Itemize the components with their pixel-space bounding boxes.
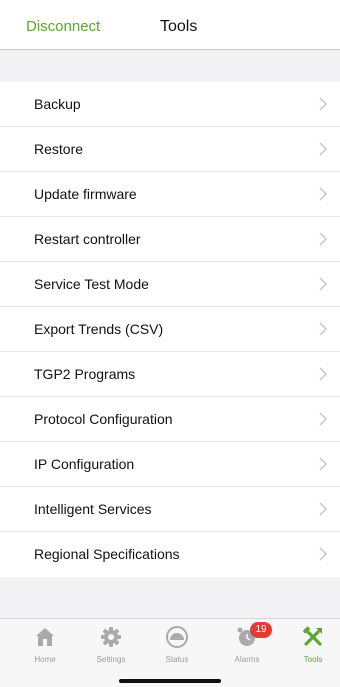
chevron-right-icon [316, 412, 330, 426]
page-title: Tools [160, 18, 198, 35]
tab-label: Alarms [234, 655, 260, 664]
list-item-backup[interactable]: Backup [0, 82, 340, 127]
tools-list: Backup Restore Update firmware Restart c… [0, 82, 340, 577]
tab-tools[interactable]: Tools [286, 625, 340, 665]
list-item-intelligent-services[interactable]: Intelligent Services [0, 487, 340, 532]
tab-bar: Home Settings Status 19 Alarms Tools [0, 618, 340, 687]
list-item-restore[interactable]: Restore [0, 127, 340, 172]
tab-label: Settings [96, 655, 126, 664]
tab-settings[interactable]: Settings [84, 625, 138, 665]
alarm-count-badge: 19 [250, 622, 272, 638]
navigation-bar: Disconnect Tools [0, 0, 340, 50]
list-item-regional-specifications[interactable]: Regional Specifications [0, 532, 340, 577]
list-item-service-test-mode[interactable]: Service Test Mode [0, 262, 340, 307]
list-item-restart-controller[interactable]: Restart controller [0, 217, 340, 262]
list-item-label: IP Configuration [34, 456, 135, 472]
home-icon [33, 625, 57, 649]
gear-icon [99, 625, 123, 649]
list-item-label: Restore [34, 141, 84, 157]
chevron-right-icon [316, 97, 330, 111]
list-item-tgp2-programs[interactable]: TGP2 Programs [0, 352, 340, 397]
list-item-label: Intelligent Services [34, 501, 152, 517]
list-item-export-trends[interactable]: Export Trends (CSV) [0, 307, 340, 352]
chevron-right-icon [316, 142, 330, 156]
tab-status[interactable]: Status [150, 625, 204, 665]
tab-alarms[interactable]: 19 Alarms [220, 622, 274, 665]
tab-label: Home [34, 655, 56, 664]
chevron-right-icon [316, 277, 330, 291]
list-item-label: Restart controller [34, 231, 141, 247]
chevron-right-icon [316, 502, 330, 516]
gauge-icon [165, 625, 189, 649]
chevron-right-icon [316, 187, 330, 201]
tab-home[interactable]: Home [18, 625, 72, 665]
list-item-label: Regional Specifications [34, 546, 180, 562]
home-indicator[interactable] [119, 679, 221, 683]
chevron-right-icon [316, 547, 330, 561]
tab-label: Status [165, 655, 189, 664]
list-item-label: Export Trends (CSV) [34, 321, 164, 337]
tools-icon [301, 625, 325, 649]
section-spacer [0, 50, 340, 82]
list-item-protocol-configuration[interactable]: Protocol Configuration [0, 397, 340, 442]
chevron-right-icon [316, 232, 330, 246]
chevron-right-icon [316, 457, 330, 471]
list-item-label: Protocol Configuration [34, 411, 173, 427]
list-item-label: Backup [34, 96, 81, 112]
disconnect-button[interactable]: Disconnect [26, 18, 100, 35]
list-item-label: TGP2 Programs [34, 366, 136, 382]
list-item-label: Service Test Mode [34, 276, 149, 292]
list-item-label: Update firmware [34, 186, 137, 202]
list-item-ip-configuration[interactable]: IP Configuration [0, 442, 340, 487]
chevron-right-icon [316, 322, 330, 336]
tab-label: Tools [303, 655, 323, 664]
chevron-right-icon [316, 367, 330, 381]
list-item-update-firmware[interactable]: Update firmware [0, 172, 340, 217]
